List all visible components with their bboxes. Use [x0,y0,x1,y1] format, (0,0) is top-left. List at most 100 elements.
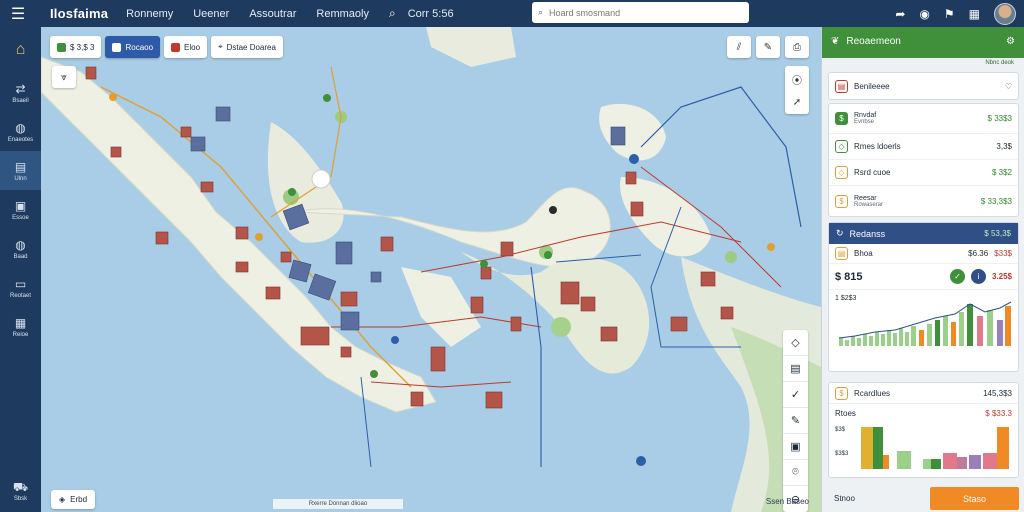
section-benefits[interactable]: ▤ Benileeee ♡ [828,72,1019,100]
doc-tool[interactable]: ▤ [783,356,808,382]
info-icon[interactable]: i [970,269,986,284]
pin-icon: ⌾ [792,466,799,478]
avatar[interactable] [994,2,1016,25]
coin-icon: $ [835,386,848,400]
revenue-row: ▤ Bhoa $6.36 $33$ [829,244,1018,264]
flag-icon [57,42,66,52]
revenue-chart-graphic [838,301,1012,346]
returns-chart: $3$ $3$3 [829,423,1018,477]
pin-tool[interactable]: ⌾ [783,460,808,486]
briefcase-icon: ▣ [14,198,27,213]
home-icon[interactable]: ⌂ [0,27,41,73]
returns-card: $ Rcardlues 145,3$3 Rtoes $ $33.3 $3$ $3… [828,382,1019,478]
draw-icon: ✎ [763,41,773,53]
stats-card: $ Rnvdaf Evnbse $ 33$3 ◇ Rmes ldoerls 3,3… [828,103,1019,217]
layers-icon: ⩔ [61,71,67,83]
draw-button[interactable]: ✎ [756,36,780,58]
returns-chart-graphic [861,427,1009,469]
folder-icon: ▭ [14,276,27,291]
top-bar: ☰ Ilosfaima Ronnemy Ueener Assoutrar Rem… [0,0,1024,27]
rail-item-2[interactable]: ◍ Enaeotes [0,112,41,151]
app-brand[interactable]: Ilosfaima [50,6,108,21]
diamond-icon: ◇ [835,140,848,153]
share-icon[interactable]: ➦ [895,7,905,21]
filter-chip-3[interactable]: Eloo [164,36,208,58]
rail-item-3[interactable]: ▤ Ulnn [0,151,41,190]
scale-bar: Rxerre Donnan dlioao [273,499,403,509]
nav-item-time[interactable]: Corr 5:56 [408,8,454,20]
panel-header: ❦ Reoaemeon ⚙ [822,27,1024,56]
stat-row-1[interactable]: $ Rnvdaf Evnbse $ 33$3 [829,104,1018,134]
map-icon: ▤ [14,159,27,174]
nav-item-4[interactable]: Remmaoly [316,8,369,20]
panel-footer-label: Stnoo [834,494,855,503]
shield-icon [171,42,181,52]
check-icon[interactable]: ✓ [949,269,965,284]
box-tool[interactable]: ▣ [783,434,808,460]
heart-icon[interactable]: ♡ [1005,82,1012,91]
search-icon: ⌕ [538,7,544,17]
rail-item-7[interactable]: ▦ Reioe [0,307,41,346]
pin-icon: ⌖ [218,42,223,51]
globe-icon: ◍ [15,237,26,252]
diamond-icon: ◇ [835,166,848,179]
primary-action-button[interactable]: Staso [930,487,1019,510]
refresh-icon: ↻ [836,228,844,238]
rail-bottom-item[interactable]: ⛟ Sbsk [0,480,41,508]
left-rail: ⌂ ⇄ Bsaeil ◍ Enaeotes ▤ Ulnn ▣ Essoe ◍ Baad ▭… [0,27,41,512]
nav-item-3[interactable]: Assoutrar [249,8,296,20]
tag-icon: ◇ [791,337,800,349]
menu-icon[interactable]: ☰ [0,0,36,27]
nav-item-2[interactable]: Ueener [193,8,229,20]
section-benefits-row[interactable]: ▤ Benileeee ♡ [829,73,1018,99]
layer-icon [112,42,122,52]
filter-chip-1[interactable]: $ 3,$ 3 [50,36,102,58]
top-icons: ➦ ◉ ⚑ ▦ [895,0,1016,27]
nav-item-1[interactable]: Ronnemy [126,8,173,20]
document-icon: ▤ [790,363,801,375]
search-icon[interactable]: ⌕ [389,6,396,21]
rail-item-5[interactable]: ◍ Baad [0,229,41,268]
revenue-chart: 1 $2$3 [829,290,1018,350]
map-graphic [41,27,821,512]
rail-item-4[interactable]: ▣ Essoe [0,190,41,229]
returns-header[interactable]: $ Rcardlues 145,3$3 [829,383,1018,404]
filter-chip-4[interactable]: ⌖ Dstae Doarea [211,36,283,58]
compass-icon[interactable]: ➚ [793,97,801,108]
search-input[interactable] [549,7,730,18]
revenue-kpi: $ 815 ✓ i 3.25$ [829,264,1018,290]
check-tool[interactable]: ✓ [783,382,808,408]
pencil-icon: ✎ [790,415,801,427]
stat-row-3[interactable]: ◇ Rsrd cuoe $ 3$2 [829,160,1018,186]
panel-subheader: Nbnc deok [822,56,1024,70]
ruler-button[interactable]: ⫽ [727,36,751,58]
map-attribution: Ssen Baseo [765,497,809,506]
tag-tool[interactable]: ◇ [783,330,808,356]
locate-icon[interactable]: ⦿ [792,72,802,87]
revenue-header[interactable]: ↻ Redanss $ 53,3$ [829,223,1018,244]
ruler-icon: ⫽ [736,41,742,53]
leaf-icon: ❦ [831,36,840,47]
notification-icon[interactable]: ◉ [919,7,929,21]
box-icon: ▣ [790,441,801,453]
map-chip-row: $ 3,$ 3 Rocaoo Eloo ⌖ Dstae Doarea [50,36,283,58]
vehicle-icon: ⛟ [12,480,29,494]
filter-chip-2[interactable]: Rocaoo [105,36,161,58]
stat-row-4[interactable]: $ Reesar Rowaserar $ 33,3$3 [829,186,1018,216]
route-icon: ⇄ [15,81,26,96]
calendar-icon[interactable]: ▦ [969,7,980,21]
export-button[interactable]: ⎙ [785,36,809,58]
zoom-control[interactable]: ⦿ ➚ [785,66,809,114]
message-icon[interactable]: ⚑ [944,7,955,21]
stat-row-2[interactable]: ◇ Rmes ldoerls 3,3$ [829,134,1018,160]
legend-button[interactable]: ◈ Erbd [51,490,96,509]
rail-item-1[interactable]: ⇄ Bsaeil [0,73,41,112]
map-canvas[interactable]: $ 3,$ 3 Rocaoo Eloo ⌖ Dstae Doarea ⩔ ⫽ ✎ … [41,27,821,512]
settings-icon[interactable]: ⚙ [1006,36,1015,47]
check-icon: ✓ [790,389,801,401]
layers-button[interactable]: ⩔ [52,66,76,88]
search-box[interactable]: ⌕ [532,2,749,23]
rail-item-6[interactable]: ▭ Reotaet [0,268,41,307]
pencil-tool[interactable]: ✎ [783,408,808,434]
revenue-card: ↻ Redanss $ 53,3$ ▤ Bhoa $6.36 $33$ $ 81… [828,222,1019,372]
